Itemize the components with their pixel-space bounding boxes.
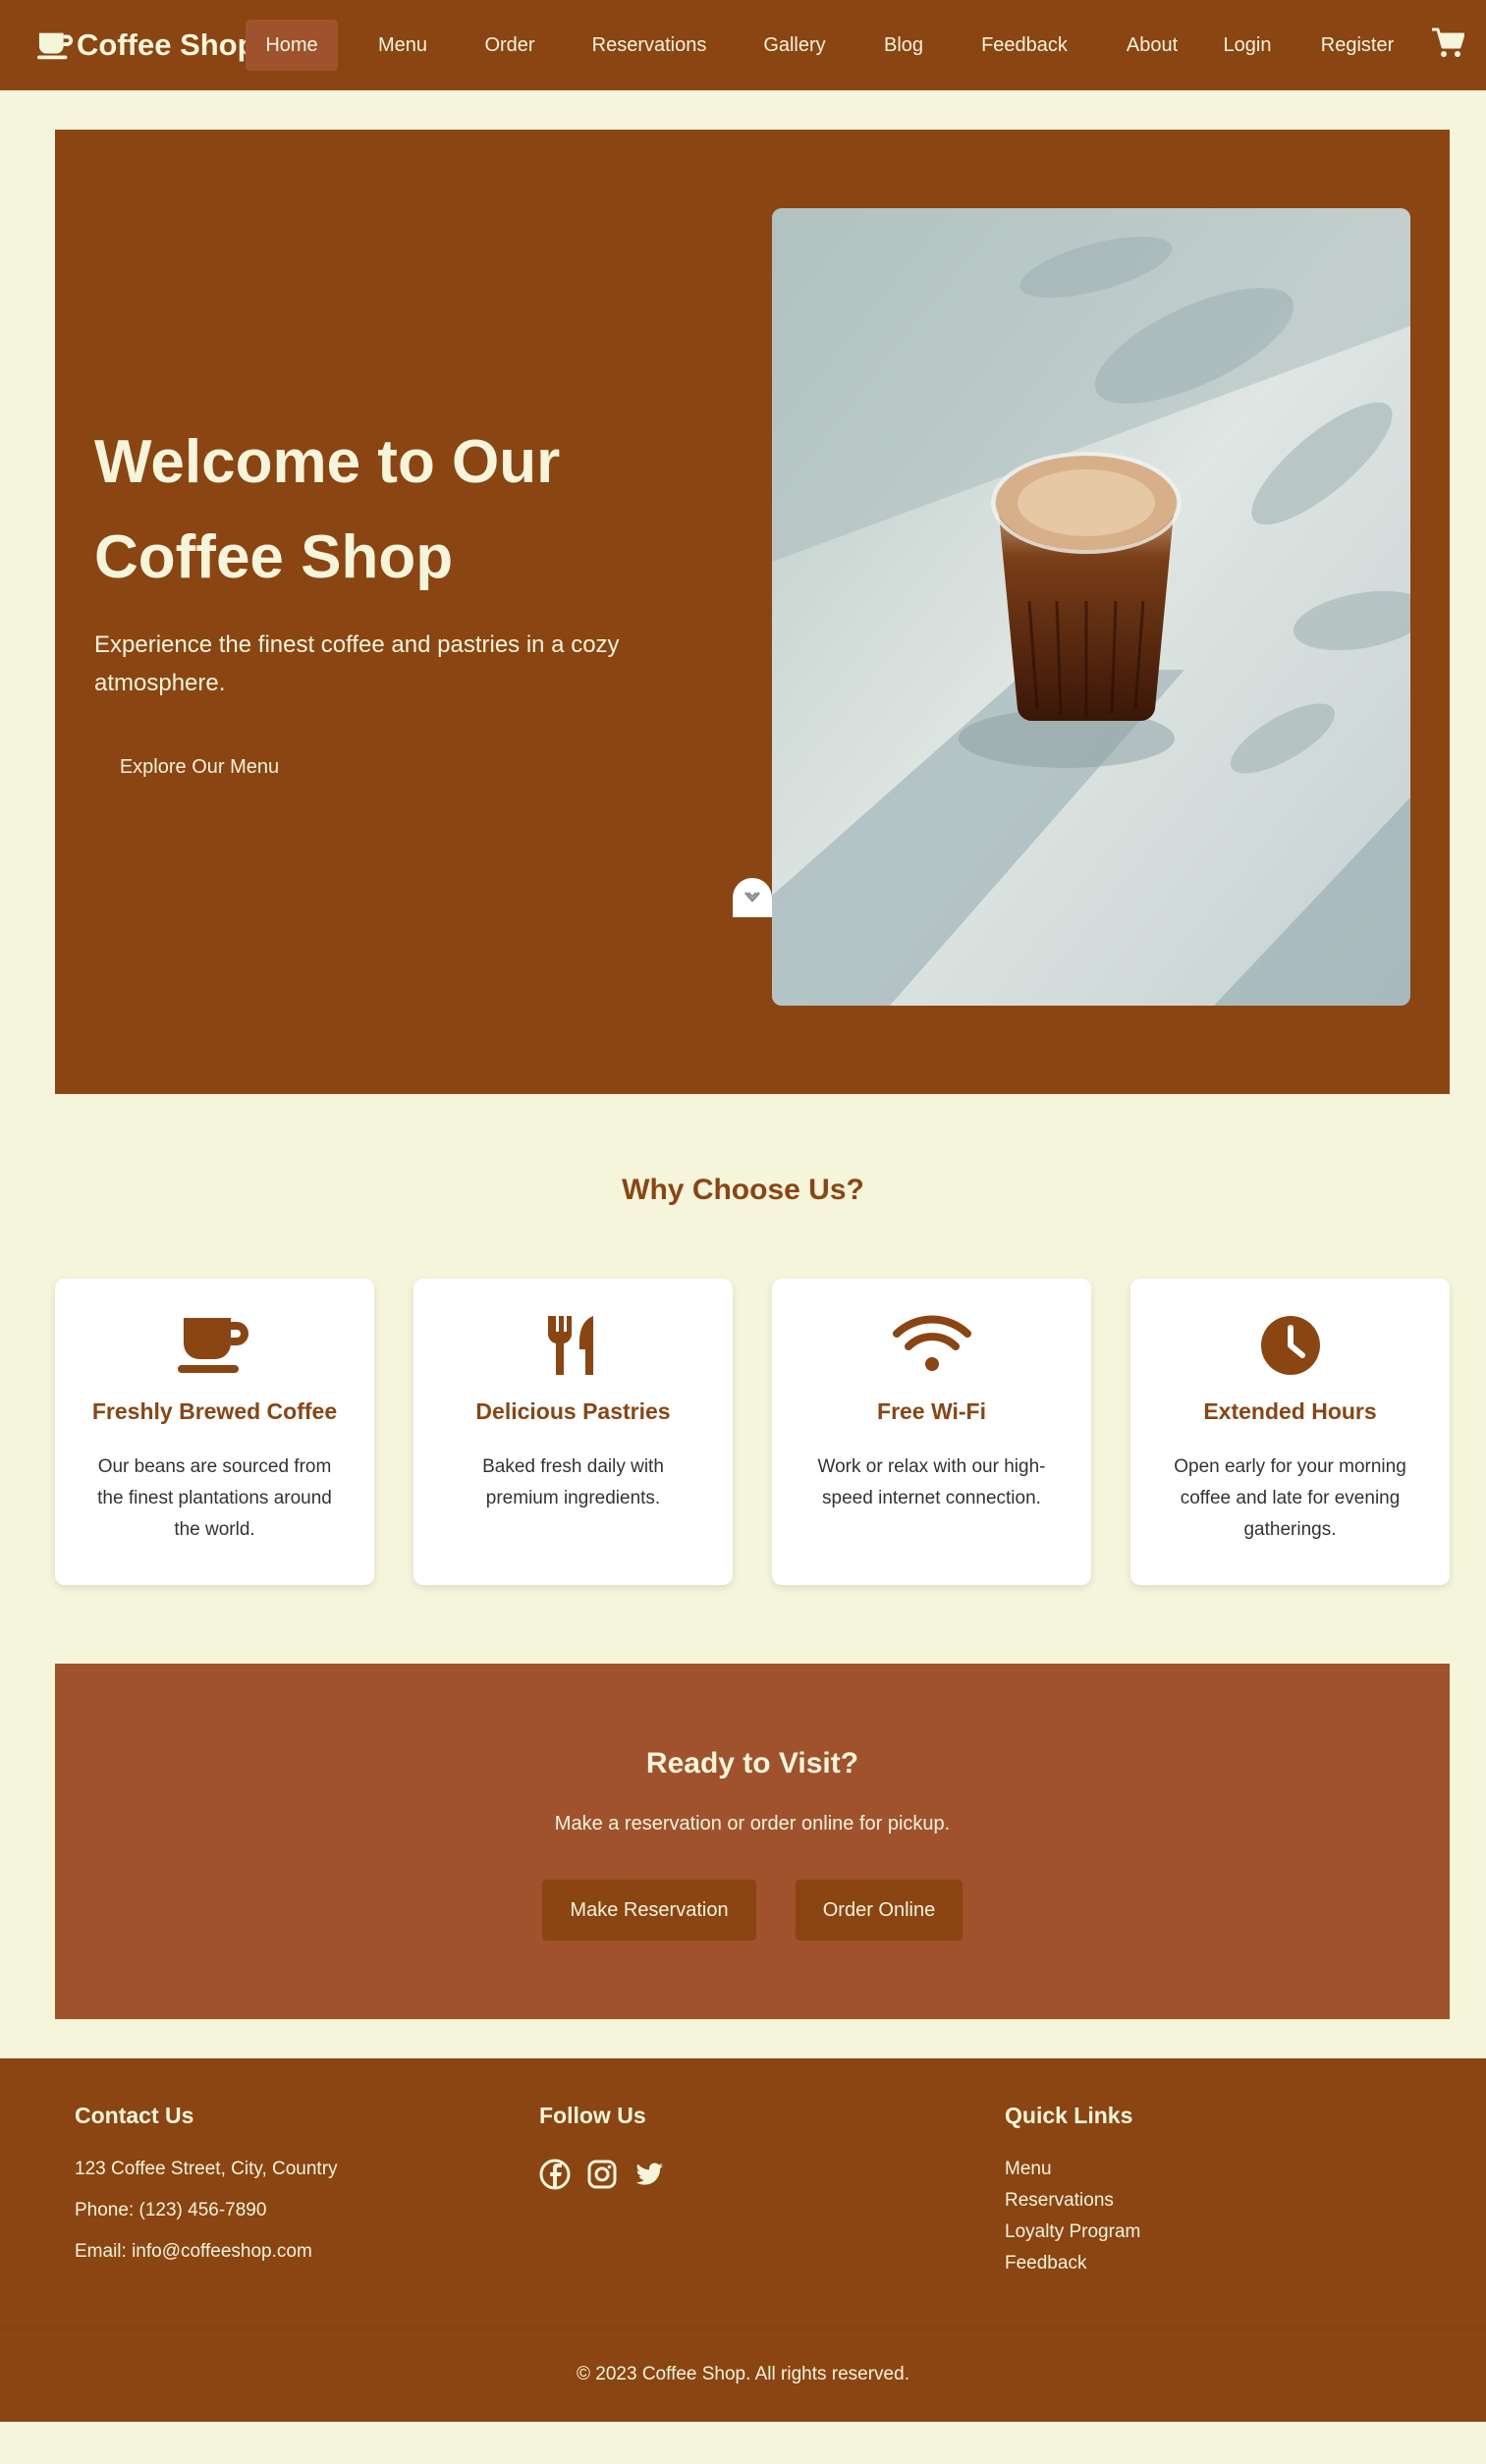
feature-card-hours: Extended Hours Open early for your morni… (1130, 1279, 1450, 1585)
hero-subtitle: Experience the finest coffee and pastrie… (94, 631, 620, 696)
cta-section: Ready to Visit? Make a reservation or or… (55, 1664, 1450, 2019)
quick-links-title: Quick Links (1005, 2103, 1133, 2128)
make-reservation-button[interactable]: Make Reservation (542, 1880, 756, 1941)
shopping-cart-icon[interactable] (1431, 27, 1464, 59)
nav-link-menu[interactable]: Menu (363, 20, 442, 71)
quick-link-loyalty[interactable]: Loyalty Program (1005, 2221, 1140, 2243)
coffee-glass-photo (772, 208, 1410, 1006)
footer-divider (0, 2327, 1486, 2328)
follow-title: Follow Us (539, 2103, 646, 2128)
feature-text: Open early for your morning coffee and l… (1174, 1456, 1406, 1540)
coffee-cup-icon (177, 1318, 248, 1373)
social-links (539, 2159, 665, 2190)
nav-link-about[interactable]: About (1110, 20, 1194, 71)
nav-link-feedback[interactable]: Feedback (966, 20, 1082, 71)
copyright-text: © 2023 Coffee Shop. All rights reserved. (577, 2364, 909, 2384)
hero-section: Welcome to Our Coffee Shop Experience th… (55, 130, 1450, 1094)
feature-text: Our beans are sourced from the finest pl… (97, 1456, 332, 1540)
hero-coffee-image (772, 208, 1410, 1006)
clock-icon (1260, 1316, 1320, 1375)
contact-email: Email: info@coffeeshop.com (75, 2241, 312, 2262)
navbar: Coffee Shop Home Menu Order Reservations… (0, 0, 1486, 90)
feature-text: Work or relax with our high-speed intern… (817, 1456, 1046, 1508)
chevron-down-icon (744, 892, 760, 903)
order-online-button[interactable]: Order Online (796, 1880, 963, 1941)
nav-link-blog[interactable]: Blog (864, 20, 943, 71)
quick-link-menu[interactable]: Menu (1005, 2159, 1052, 2180)
quick-link-reservations[interactable]: Reservations (1005, 2190, 1114, 2212)
wifi-icon (892, 1315, 971, 1371)
feature-title: Delicious Pastries (475, 1398, 671, 1424)
brand-logo[interactable]: Coffee Shop (37, 0, 256, 90)
nav-link-login[interactable]: Login (1214, 20, 1281, 71)
nav-link-gallery[interactable]: Gallery (748, 20, 841, 71)
feature-text: Baked fresh daily with premium ingredien… (482, 1456, 664, 1508)
nav-link-order[interactable]: Order (470, 20, 549, 71)
footer: Contact Us 123 Coffee Street, City, Coun… (0, 2058, 1486, 2422)
feature-card-pastries: Delicious Pastries Baked fresh daily wit… (413, 1279, 733, 1585)
feature-card-coffee: Freshly Brewed Coffee Our beans are sour… (55, 1279, 374, 1585)
feature-card-wifi: Free Wi-Fi Work or relax with our high-s… (772, 1279, 1091, 1585)
feature-title: Freshly Brewed Coffee (91, 1398, 338, 1424)
contact-phone: Phone: (123) 456-7890 (75, 2200, 267, 2220)
scroll-down-tab[interactable] (733, 878, 772, 917)
feature-title: Free Wi-Fi (877, 1398, 986, 1424)
explore-menu-button[interactable]: Explore Our Menu (94, 740, 304, 794)
nav-link-register[interactable]: Register (1310, 20, 1404, 71)
brand-name: Coffee Shop (77, 27, 256, 62)
contact-address: 123 Coffee Street, City, Country (75, 2159, 338, 2179)
utensils-icon (547, 1316, 593, 1375)
nav-link-home[interactable]: Home (246, 20, 338, 71)
instagram-icon[interactable] (586, 2159, 618, 2190)
twitter-icon[interactable] (633, 2159, 665, 2190)
cta-text: Make a reservation or order online for p… (554, 1813, 951, 1834)
facebook-icon[interactable] (539, 2159, 571, 2190)
hero-title: Welcome to Our Coffee Shop (94, 428, 561, 591)
features-title: Why Choose Us? (622, 1174, 864, 1206)
nav-link-reservations[interactable]: Reservations (578, 20, 721, 71)
coffee-cup-icon (37, 32, 74, 60)
quick-link-feedback[interactable]: Feedback (1005, 2253, 1086, 2274)
cta-title: Ready to Visit? (645, 1747, 859, 1780)
contact-title: Contact Us (75, 2103, 194, 2128)
feature-title: Extended Hours (1203, 1398, 1377, 1424)
